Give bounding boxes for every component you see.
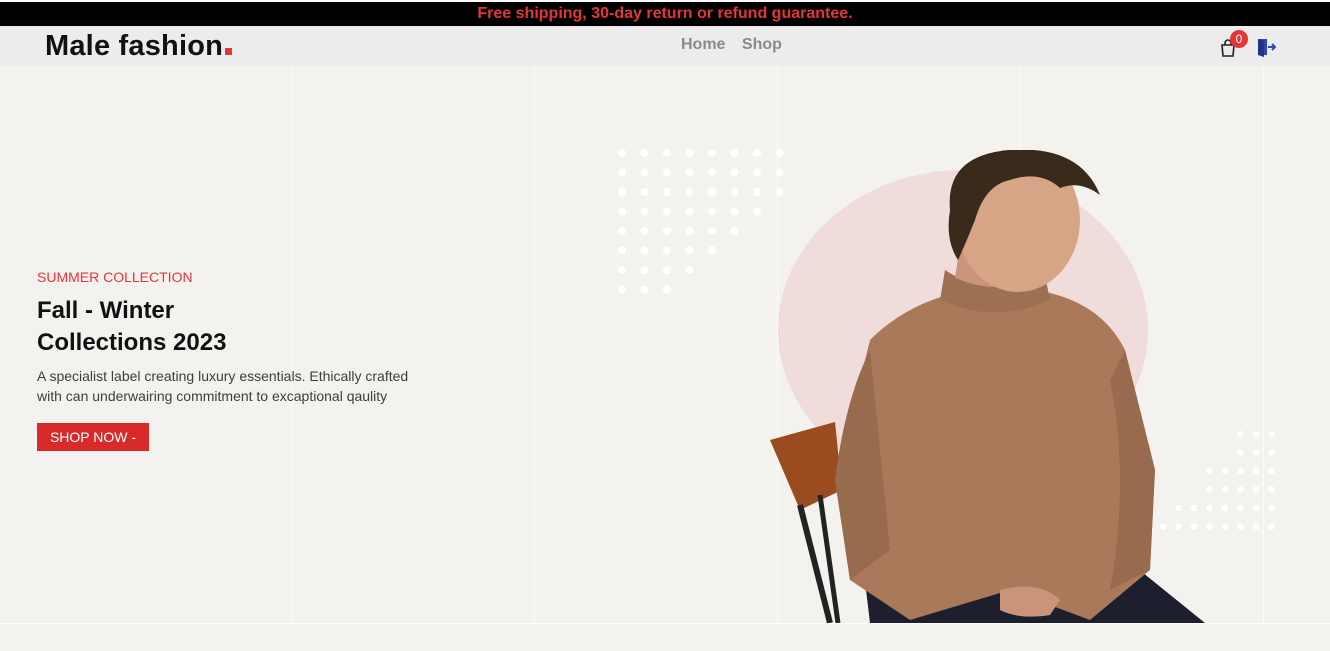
hero-description: A specialist label creating luxury essen… xyxy=(37,368,409,404)
logo-text: Male fashion xyxy=(45,30,224,62)
hero-bottom-line xyxy=(0,623,1330,624)
grid-line xyxy=(534,66,535,623)
grid-line xyxy=(1263,66,1264,623)
logout-icon xyxy=(1258,39,1277,57)
nav-home[interactable]: Home xyxy=(681,36,725,53)
hero-section: SUMMER COLLECTION Fall - Winter Collecti… xyxy=(0,66,1330,623)
logo-dot xyxy=(225,48,233,55)
shop-now-button[interactable]: SHOP NOW - xyxy=(37,423,149,451)
cart-count-badge: 0 xyxy=(1230,30,1248,48)
logo[interactable]: Male fashion xyxy=(45,28,233,64)
header: Male fashion Home Shop 0 xyxy=(0,26,1330,66)
hero-title: Fall - Winter Collections 2023 xyxy=(37,295,297,359)
hero-title-line2: Collections 2023 xyxy=(37,329,227,356)
logout-button[interactable] xyxy=(1256,37,1277,57)
nav-shop[interactable]: Shop xyxy=(742,36,782,53)
hero-subtitle: SUMMER COLLECTION xyxy=(37,269,193,285)
promo-bar: Free shipping, 30-day return or refund g… xyxy=(0,2,1330,26)
hero-model-image xyxy=(770,150,1205,623)
hero-title-line1: Fall - Winter xyxy=(37,297,175,324)
main-nav: Home Shop xyxy=(681,36,794,54)
